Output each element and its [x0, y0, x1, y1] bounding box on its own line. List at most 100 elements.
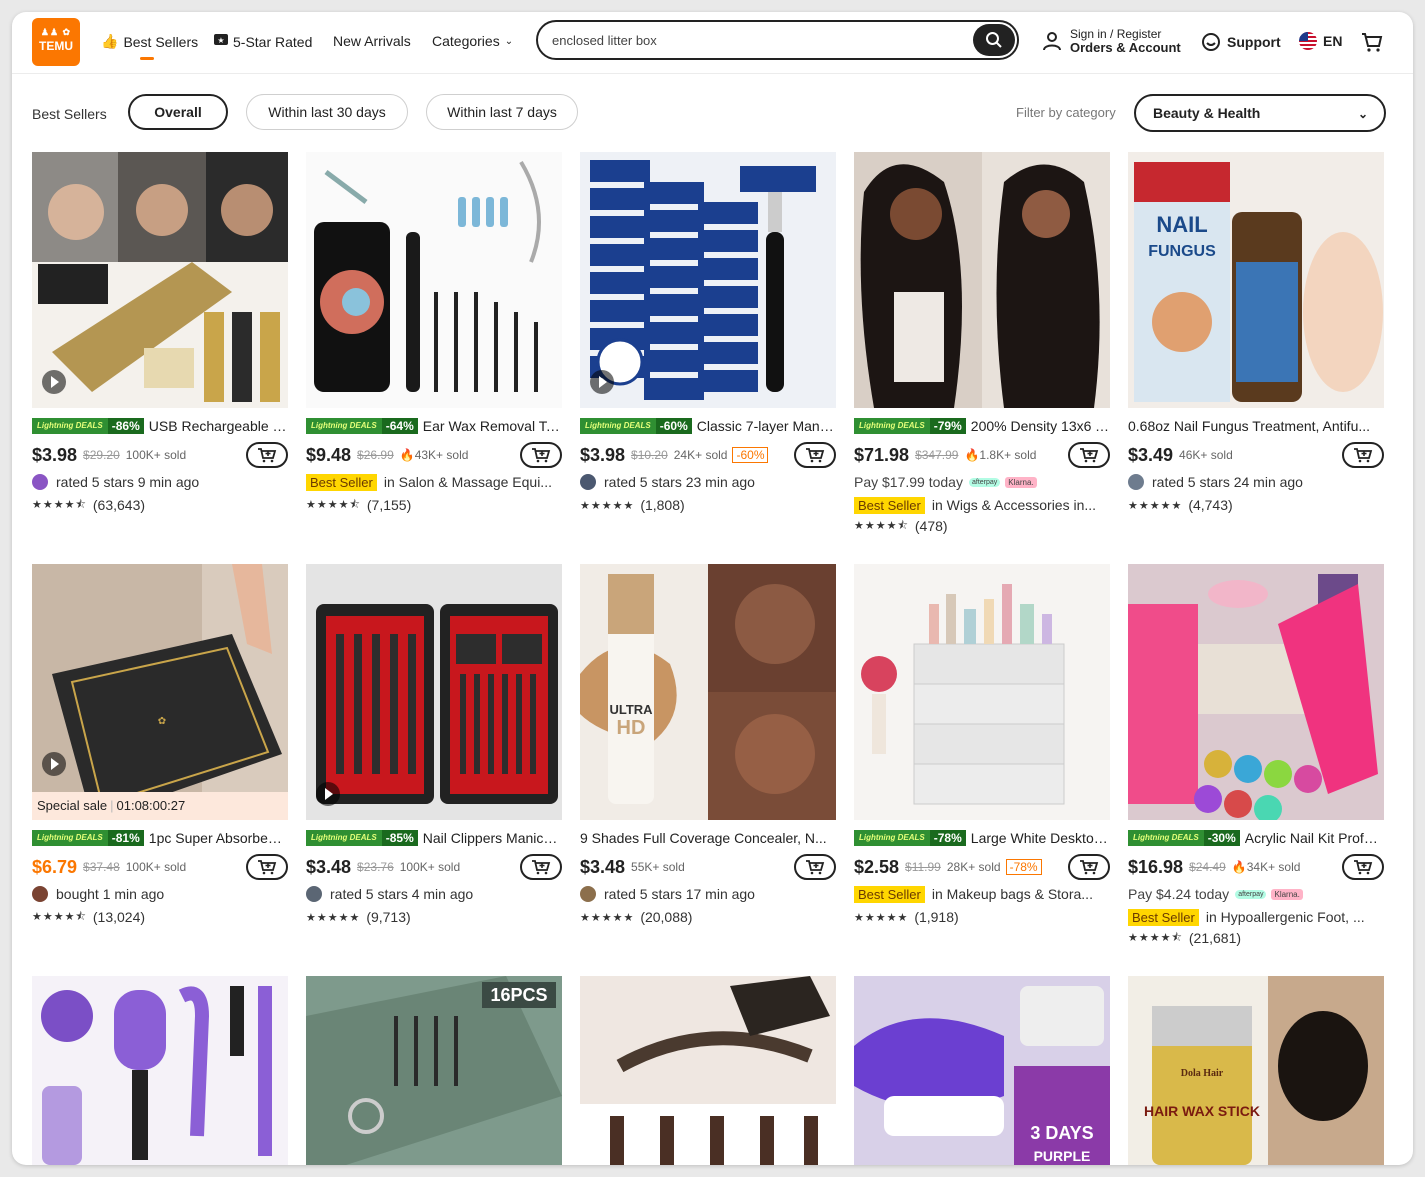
product-image[interactable]: ✿ Special sale | 01:08:00:27 [32, 564, 288, 820]
nav-best-sellers-label: Best Sellers [123, 33, 199, 50]
special-sale-timer: 01:08:00:27 [116, 798, 186, 813]
product-title-row[interactable]: Lightning DEALS -81% 1pc Super Absorbent … [32, 829, 288, 847]
rating-count: (9,713) [366, 909, 411, 925]
product-image[interactable] [580, 152, 836, 408]
sold-count: 24K+ sold [673, 448, 728, 462]
nav-new-arrivals[interactable]: New Arrivals [333, 33, 411, 49]
product-card[interactable] [580, 976, 836, 1165]
lightning-deal-badge: Lightning DEALS -86% [32, 418, 144, 434]
add-to-cart-button[interactable] [794, 442, 836, 468]
deal-percent: -85% [385, 831, 414, 845]
product-title-row[interactable]: Lightning DEALS -60% Classic 7-layer Manu… [580, 417, 836, 435]
product-title-row[interactable]: Lightning DEALS -78% Large White Desktop … [854, 829, 1110, 847]
nav-categories[interactable]: Categories ⌄ [432, 33, 513, 49]
avatar [580, 886, 596, 902]
deal-label: Lightning DEALS [854, 418, 930, 434]
video-play-icon[interactable] [42, 370, 66, 394]
product-image[interactable]: 3 DAYS PURPLE [854, 976, 1110, 1165]
product-title-row[interactable]: Lightning DEALS -79% 200% Density 13x6 Tr… [854, 417, 1110, 435]
add-to-cart-button[interactable] [1342, 854, 1384, 880]
product-image[interactable] [32, 152, 288, 408]
special-sale-banner: Special sale | 01:08:00:27 [32, 792, 288, 820]
video-play-icon[interactable] [316, 782, 340, 806]
product-title-row[interactable]: 9 Shades Full Coverage Concealer, N... [580, 829, 836, 847]
add-to-cart-button[interactable] [794, 854, 836, 880]
nav-five-star-rated[interactable]: ★ 5-Star Rated [214, 33, 312, 50]
product-image[interactable]: NAIL FUNGUS [1128, 152, 1384, 408]
deal-label: Lightning DEALS [306, 418, 382, 434]
product-image[interactable]: 16PCS [306, 976, 562, 1165]
search-bar [536, 20, 1019, 60]
star-rating-icon: ★★★★★ [306, 911, 361, 924]
product-title-row[interactable]: Lightning DEALS -85% Nail Clippers Manicu… [306, 829, 562, 847]
lightning-deal-badge: Lightning DEALS -85% [306, 830, 418, 846]
product-title: Large White Desktop ... [970, 830, 1110, 846]
add-cart-icon [806, 860, 825, 875]
star-rating-icon: ★★★★★ [580, 911, 635, 924]
product-card[interactable]: 3 DAYS PURPLE [854, 976, 1110, 1165]
product-title-row[interactable]: Lightning DEALS -64% Ear Wax Removal Tool… [306, 417, 562, 435]
cart-button[interactable] [1360, 30, 1384, 59]
add-to-cart-button[interactable] [520, 854, 562, 880]
best-seller-category[interactable]: in Salon & Massage Equi... [384, 474, 552, 490]
discount-tag: -60% [732, 447, 769, 463]
add-to-cart-button[interactable] [1342, 442, 1384, 468]
product-image[interactable]: Dola Hair HAIR WAX STICK [1128, 976, 1384, 1165]
product-image[interactable] [580, 976, 836, 1165]
tab-last-30-days[interactable]: Within last 30 days [246, 94, 408, 130]
star-badge-icon: ★ [214, 33, 228, 50]
best-seller-category[interactable]: in Hypoallergenic Foot, ... [1206, 909, 1365, 925]
product-image[interactable] [306, 564, 562, 820]
svg-text:ULTRA: ULTRA [609, 702, 653, 717]
tab-overall[interactable]: Overall [128, 94, 228, 130]
search-input[interactable] [552, 30, 952, 50]
best-seller-category[interactable]: in Makeup bags & Stora... [932, 886, 1093, 902]
product-image[interactable] [854, 564, 1110, 820]
klarna-logo: Klarna. [1005, 476, 1037, 488]
temu-logo[interactable]: ♟♟ ✿ TEMU [32, 18, 80, 66]
account-menu[interactable]: Sign in / Register Orders & Account [1042, 27, 1181, 55]
nav-best-sellers[interactable]: 👍 Best Sellers [101, 33, 198, 50]
price-row: $16.98 $24.49 🔥34K+ sold [1128, 854, 1384, 880]
best-seller-row: Best Seller in Hypoallergenic Foot, ... [1128, 907, 1384, 927]
video-play-icon[interactable] [42, 752, 66, 776]
rating-count: (1,918) [914, 909, 959, 925]
product-image[interactable] [32, 976, 288, 1165]
add-to-cart-button[interactable] [1068, 442, 1110, 468]
product-image[interactable] [306, 152, 562, 408]
category-dropdown[interactable]: Beauty & Health ⌄ [1134, 94, 1386, 132]
product-price: $9.48 [306, 444, 352, 465]
product-price: $6.79 [32, 856, 78, 877]
product-image[interactable] [854, 152, 1110, 408]
add-to-cart-button[interactable] [1068, 854, 1110, 880]
flame-icon: 🔥 [964, 448, 980, 462]
add-to-cart-button[interactable] [520, 442, 562, 468]
product-card[interactable]: 16PCS [306, 976, 562, 1165]
add-to-cart-button[interactable] [246, 854, 288, 880]
product-card[interactable] [32, 976, 288, 1165]
product-card[interactable]: Dola Hair HAIR WAX STICK [1128, 976, 1384, 1165]
tab-last-7-days[interactable]: Within last 7 days [426, 94, 578, 130]
add-cart-icon [258, 860, 277, 875]
search-icon [986, 32, 1002, 48]
video-play-icon[interactable] [590, 370, 614, 394]
activity-text: rated 5 stars 23 min ago [604, 474, 755, 490]
language-selector[interactable]: EN [1299, 32, 1342, 50]
support-link[interactable]: Support [1201, 32, 1281, 52]
product-title-row[interactable]: Lightning DEALS-86% USB Rechargeable Hai… [32, 417, 288, 435]
add-to-cart-button[interactable] [246, 442, 288, 468]
search-button[interactable] [973, 24, 1015, 56]
original-price: $23.76 [357, 860, 394, 874]
rating-count: (20,088) [640, 909, 693, 925]
product-title-row[interactable]: Lightning DEALS -30% Acrylic Nail Kit Pro… [1128, 829, 1384, 847]
product-image[interactable] [1128, 564, 1384, 820]
product-image[interactable]: ULTRA HD [580, 564, 836, 820]
deal-percent: -78% [933, 831, 962, 845]
best-seller-row: Best Seller in Makeup bags & Stora... [854, 884, 1110, 904]
activity-text: bought 1 min ago [56, 886, 165, 902]
best-seller-category[interactable]: in Wigs & Accessories in... [932, 497, 1096, 513]
star-rating-icon: ★★★★★ [580, 499, 635, 512]
us-flag-icon [1299, 32, 1317, 50]
product-title-row[interactable]: 0.68oz Nail Fungus Treatment, Antifu... [1128, 417, 1384, 435]
best-seller-badge: Best Seller [1128, 908, 1199, 926]
